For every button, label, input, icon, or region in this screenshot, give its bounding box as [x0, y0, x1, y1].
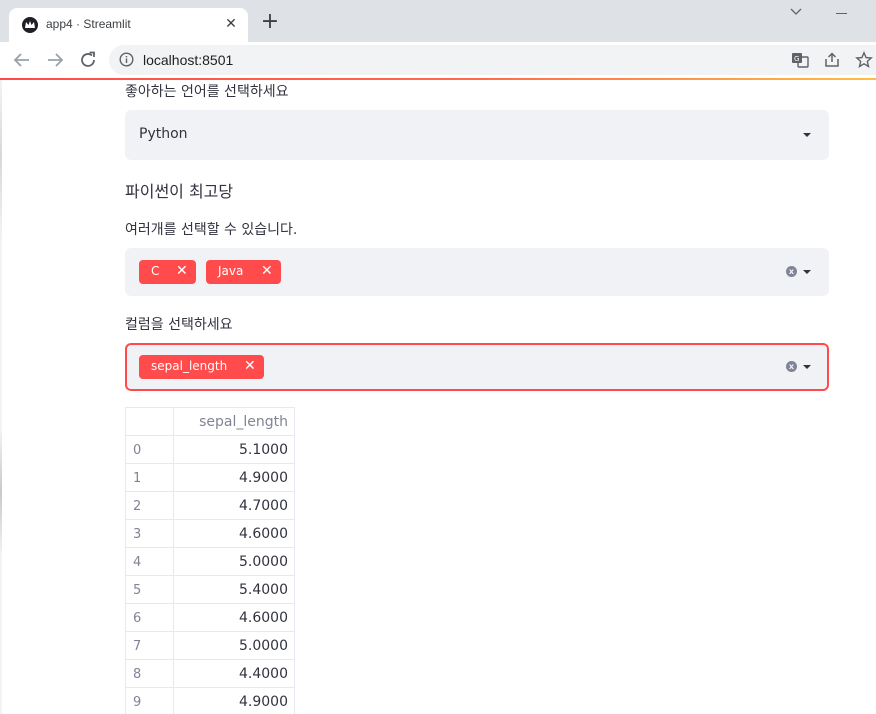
- table-row: 5 5.4000: [126, 576, 294, 604]
- forward-arrow-icon[interactable]: [44, 49, 66, 71]
- new-tab-button[interactable]: +: [259, 11, 281, 34]
- table-row: 9 4.9000: [126, 688, 294, 714]
- tab-search-chevron-icon[interactable]: [790, 5, 802, 20]
- table-row: 7 5.0000: [126, 632, 294, 660]
- row-index: 4: [126, 548, 174, 576]
- table-row: 1 4.9000: [126, 464, 294, 492]
- clear-icon[interactable]: x: [786, 266, 797, 277]
- table-row: 2 4.7000: [126, 492, 294, 520]
- caret-down-icon[interactable]: [803, 365, 811, 369]
- dataframe[interactable]: sepal_length 0 5.1000 1 4.9000 2 4.7000 …: [125, 407, 295, 714]
- index-header: [126, 408, 174, 436]
- language-selectbox[interactable]: Python: [125, 110, 829, 160]
- language-select-label: 좋아하는 언어를 선택하세요: [125, 84, 289, 100]
- table-row: 8 4.4000: [126, 660, 294, 688]
- cell-value[interactable]: 5.0000: [174, 548, 294, 576]
- table-row: 4 5.0000: [126, 548, 294, 576]
- cell-value[interactable]: 4.6000: [174, 520, 294, 548]
- tab-strip: app4 · Streamlit ✕ +: [0, 0, 876, 42]
- table-row: 0 5.1000: [126, 436, 294, 464]
- caret-down-icon[interactable]: [803, 133, 811, 137]
- chip-remove-icon[interactable]: ✕: [244, 357, 256, 375]
- translate-icon[interactable]: G: [791, 51, 809, 69]
- row-index: 8: [126, 660, 174, 688]
- cell-value[interactable]: 5.0000: [174, 632, 294, 660]
- python-message: 파이썬이 최고당: [125, 182, 234, 201]
- row-index: 5: [126, 576, 174, 604]
- chip-sepal-length[interactable]: sepal_length ✕: [139, 355, 264, 379]
- chip-remove-icon[interactable]: ✕: [261, 262, 273, 280]
- cell-value[interactable]: 5.1000: [174, 436, 294, 464]
- address-bar[interactable]: localhost:8501: [109, 45, 876, 75]
- language-selected-value: Python: [139, 126, 188, 142]
- tab-title: app4 · Streamlit: [46, 17, 131, 31]
- info-icon[interactable]: [119, 52, 134, 67]
- chip-c[interactable]: C ✕: [139, 260, 196, 284]
- browser-toolbar: localhost:8501 G: [0, 42, 876, 78]
- svg-text:G: G: [794, 55, 799, 63]
- cell-value[interactable]: 4.9000: [174, 688, 294, 714]
- cell-value[interactable]: 4.4000: [174, 660, 294, 688]
- column-header[interactable]: sepal_length: [174, 408, 294, 436]
- window-minimize-button[interactable]: [836, 13, 847, 14]
- browser-tab-app4[interactable]: app4 · Streamlit ✕: [9, 8, 248, 42]
- chip-label: sepal_length: [151, 359, 228, 373]
- column-multiselect[interactable]: sepal_length ✕ x: [125, 343, 829, 391]
- share-icon[interactable]: [823, 51, 841, 69]
- row-index: 3: [126, 520, 174, 548]
- table-row: 3 4.6000: [126, 520, 294, 548]
- language-multiselect[interactable]: C ✕ Java ✕ x: [125, 248, 829, 296]
- row-index: 1: [126, 464, 174, 492]
- cell-value[interactable]: 4.9000: [174, 464, 294, 492]
- row-index: 6: [126, 604, 174, 632]
- chip-remove-icon[interactable]: ✕: [176, 262, 188, 280]
- column-select-label: 컬럼을 선택하세요: [125, 317, 233, 333]
- back-arrow-icon[interactable]: [11, 49, 33, 71]
- row-index: 7: [126, 632, 174, 660]
- table-row: 6 4.6000: [126, 604, 294, 632]
- table-header-row: sepal_length: [126, 408, 294, 436]
- sidebar-edge: [0, 80, 2, 714]
- browser-chrome: app4 · Streamlit ✕ + localhost:8501 G: [0, 0, 876, 80]
- streamlit-main: 좋아하는 언어를 선택하세요 Python 파이썬이 최고당 여러개를 선택할 …: [0, 80, 876, 714]
- row-index: 9: [126, 688, 174, 714]
- row-index: 2: [126, 492, 174, 520]
- row-index: 0: [126, 436, 174, 464]
- url-text: localhost:8501: [143, 52, 234, 68]
- cell-value[interactable]: 4.6000: [174, 604, 294, 632]
- chip-label: Java: [218, 264, 244, 278]
- star-icon[interactable]: [855, 51, 873, 69]
- streamlit-crown-icon: [22, 17, 38, 33]
- chip-label: C: [151, 264, 160, 278]
- clear-icon[interactable]: x: [786, 361, 797, 372]
- chip-java[interactable]: Java ✕: [206, 260, 281, 284]
- multiselect-label: 여러개를 선택할 수 있습니다.: [125, 222, 298, 238]
- caret-down-icon[interactable]: [803, 270, 811, 274]
- reload-icon[interactable]: [77, 49, 99, 71]
- cell-value[interactable]: 5.4000: [174, 576, 294, 604]
- cell-value[interactable]: 4.7000: [174, 492, 294, 520]
- tab-close-icon[interactable]: ✕: [222, 15, 240, 33]
